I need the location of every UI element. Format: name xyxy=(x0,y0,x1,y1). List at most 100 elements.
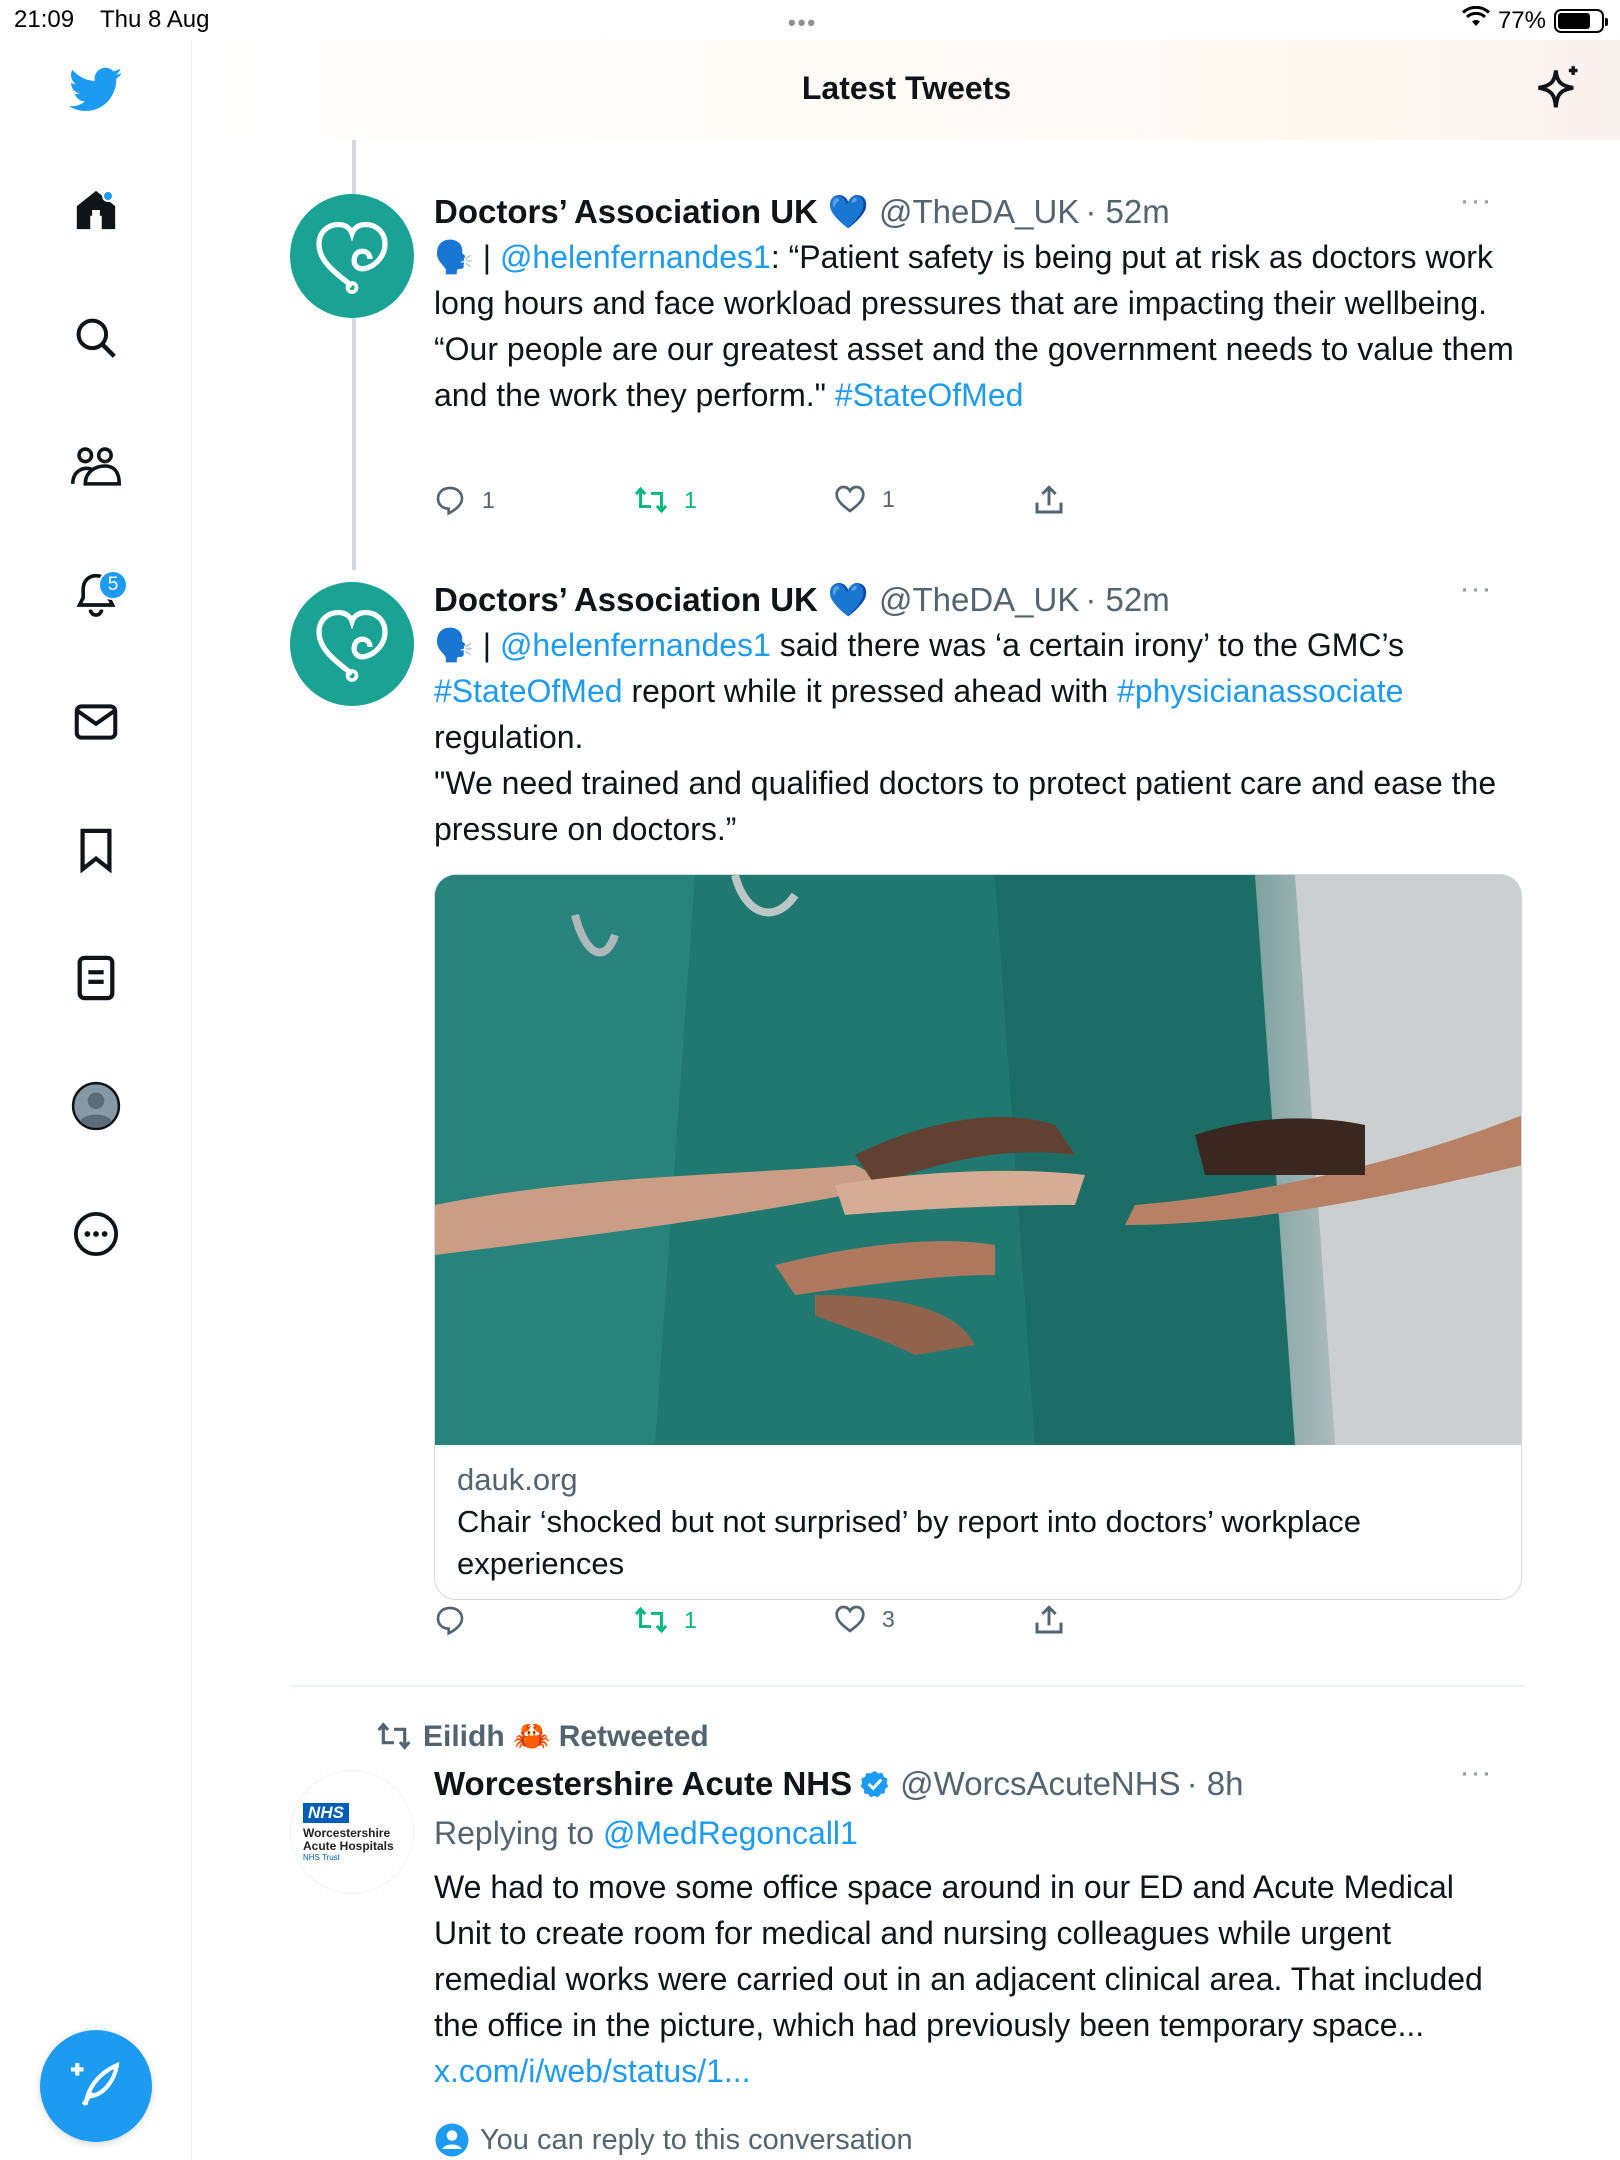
retweet-count: 1 xyxy=(684,1606,697,1633)
sidebar-item-search[interactable] xyxy=(66,310,126,370)
blue-heart-icon: 💙 xyxy=(827,192,869,230)
status-link[interactable]: x.com/i/web/status/1... xyxy=(434,2053,751,2089)
retweeted-by-line[interactable]: Eilidh 🦀 Retweeted xyxy=(375,1716,709,1756)
hashtag-link[interactable]: #physicianassociate xyxy=(1117,673,1403,709)
mention-link[interactable]: @MedRegoncall1 xyxy=(603,1815,858,1851)
tweet-header: Doctors’ Association UK 💙 @TheDA_UK · 52… xyxy=(434,578,1514,622)
tweet-text: 🗣️ | @helenfernandes1 said there was ‘a … xyxy=(434,622,1514,852)
sidebar-item-bookmarks[interactable] xyxy=(66,822,126,882)
profile-icon xyxy=(71,1081,121,1136)
tweet-header: Worcestershire Acute NHS @WorcsAcuteNHS … xyxy=(434,1762,1514,1806)
more-icon xyxy=(73,1211,119,1262)
reply-count: 1 xyxy=(482,486,495,513)
hashtag-link[interactable]: #StateOfMed xyxy=(434,673,623,709)
avatar[interactable] xyxy=(290,194,414,318)
home-new-dot xyxy=(102,190,114,202)
timeline-header: Latest Tweets xyxy=(193,40,1620,140)
sidebar-item-profile[interactable] xyxy=(66,1078,126,1138)
sparkle-icon xyxy=(1532,66,1584,120)
sidebar-item-messages[interactable] xyxy=(66,694,126,754)
tweet-divider xyxy=(290,1685,1525,1687)
tweet-text-part: regulation. xyxy=(434,719,584,755)
reply-icon xyxy=(436,486,464,516)
tweet-text-part: said there was ‘a certain irony’ to the … xyxy=(770,627,1404,663)
retweet-icon xyxy=(634,1606,668,1634)
share-button[interactable] xyxy=(1034,1604,1064,1636)
timeline-switch-button[interactable] xyxy=(1532,64,1584,116)
sidebar-item-home[interactable] xyxy=(66,182,126,242)
author-handle[interactable]: @TheDA_UK xyxy=(879,193,1079,231)
author-handle[interactable]: @WorcsAcuteNHS xyxy=(900,1765,1180,1803)
dauk-logo-icon xyxy=(316,221,388,294)
bookmark-icon xyxy=(78,827,114,878)
reply-icon xyxy=(436,1606,464,1636)
replying-to-label: Replying to xyxy=(434,1815,603,1851)
dauk-logo-icon xyxy=(316,609,388,682)
tweet-actions: 1 1 1 xyxy=(434,484,1294,524)
share-button[interactable] xyxy=(1034,484,1064,516)
communities-icon xyxy=(71,444,122,493)
retweet-icon xyxy=(634,486,668,514)
share-icon xyxy=(1035,1605,1063,1634)
list-icon xyxy=(76,955,116,1006)
link-card-image xyxy=(435,875,1521,1445)
like-button[interactable]: 1 xyxy=(834,484,895,514)
retweet-count: 1 xyxy=(684,486,697,513)
retweet-icon xyxy=(377,1722,411,1750)
page-title: Latest Tweets xyxy=(801,70,1012,106)
tweet-text: We had to move some office space around … xyxy=(434,1864,1514,2094)
retweet-button[interactable]: 1 xyxy=(634,484,697,516)
sidebar-item-lists[interactable] xyxy=(66,950,126,1010)
retweeted-by-text: Eilidh 🦀 Retweeted xyxy=(423,1719,709,1753)
tweet-more-button[interactable]: ··· xyxy=(1456,1758,1496,1790)
status-date: Thu 8 Aug xyxy=(100,6,210,33)
person-circle-icon xyxy=(435,2123,469,2157)
heart-icon xyxy=(835,485,865,513)
like-count: 3 xyxy=(882,1605,895,1632)
tweet-actions: 1 3 xyxy=(434,1604,1294,1644)
battery-icon xyxy=(1554,8,1608,33)
author-name[interactable]: Doctors’ Association UK xyxy=(434,581,818,619)
author-name[interactable]: Doctors’ Association UK xyxy=(434,193,818,231)
wifi-icon xyxy=(1461,5,1490,35)
link-card-info: dauk.org Chair ‘shocked but not surprise… xyxy=(435,1445,1521,1599)
link-card-domain: dauk.org xyxy=(457,1462,578,1497)
reply-button[interactable]: 1 xyxy=(434,484,495,516)
status-time: 21:09 xyxy=(14,6,75,33)
reply-button[interactable] xyxy=(434,1604,466,1636)
sidebar-item-more[interactable] xyxy=(66,1206,126,1266)
tweet-time: · 8h xyxy=(1186,1765,1244,1802)
mention-link[interactable]: @helenfernandes1 xyxy=(500,627,771,663)
mention-link[interactable]: @helenfernandes1 xyxy=(500,239,771,275)
tweet-more-button[interactable]: ··· xyxy=(1456,186,1496,218)
sidebar: 5 xyxy=(0,40,192,2160)
battery-percent: 77% xyxy=(1497,6,1546,34)
compose-tweet-icon xyxy=(71,2059,121,2114)
multitasking-dots-icon[interactable]: ••• xyxy=(788,10,817,36)
author-handle[interactable]: @TheDA_UK xyxy=(879,581,1079,619)
tweet-text: 🗣️ | @helenfernandes1: “Patient safety i… xyxy=(434,234,1514,418)
retweet-button[interactable]: 1 xyxy=(634,1604,697,1636)
sidebar-item-notifications[interactable]: 5 xyxy=(66,566,128,626)
tweet-text-part: report while it pressed ahead with xyxy=(622,673,1118,709)
tweet[interactable]: Doctors’ Association UK 💙 @TheDA_UK · 52… xyxy=(290,186,1520,530)
twitter-logo-icon[interactable] xyxy=(66,60,126,120)
sidebar-item-communities[interactable] xyxy=(66,438,126,498)
like-button[interactable]: 3 xyxy=(834,1604,895,1634)
tweet-more-button[interactable]: ··· xyxy=(1456,574,1496,606)
tweet[interactable]: Worcestershire Acute NHS @WorcsAcuteNHS … xyxy=(290,1758,1520,2102)
verified-badge-icon xyxy=(860,1769,890,1799)
link-card-title: Chair ‘shocked but not surprised’ by rep… xyxy=(457,1504,1362,1581)
notification-badge: 5 xyxy=(98,570,128,600)
tweet-time: · 52m xyxy=(1085,581,1170,618)
compose-tweet-button[interactable] xyxy=(40,2030,152,2142)
link-card[interactable]: dauk.org Chair ‘shocked but not surprise… xyxy=(434,874,1522,1600)
reply-permission-note: You can reply to this conversation xyxy=(434,2122,913,2158)
tweet-text-part: We had to move some office space around … xyxy=(434,1869,1483,2043)
hashtag-link[interactable]: #StateOfMed xyxy=(835,377,1024,413)
tweet[interactable]: Doctors’ Association UK 💙 @TheDA_UK · 52… xyxy=(290,574,1522,1648)
author-name[interactable]: Worcestershire Acute NHS xyxy=(434,1765,852,1803)
speaking-head-emoji: 🗣️ | xyxy=(434,239,500,275)
avatar[interactable] xyxy=(290,582,414,706)
replying-to-line: Replying to @MedRegoncall1 xyxy=(434,1810,1514,1856)
